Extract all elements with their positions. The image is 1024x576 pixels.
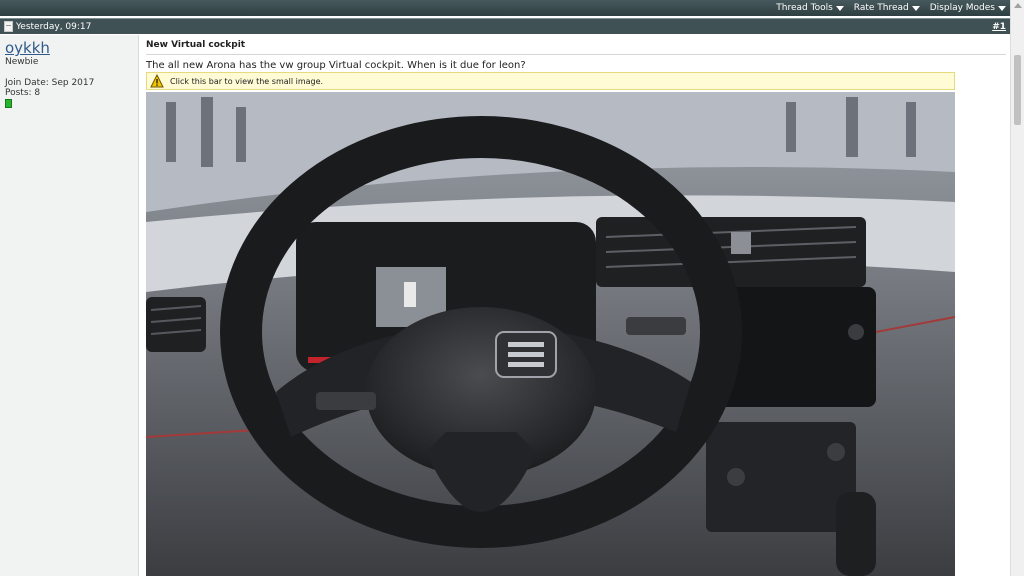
warning-icon: [150, 74, 164, 88]
resize-notice-text: Click this bar to view the small image.: [170, 76, 324, 86]
thread-toolbar: Thread Tools Rate Thread Display Modes: [0, 0, 1010, 16]
rate-thread-label: Rate Thread: [853, 3, 909, 13]
user-info-panel: oykkh Newbie Join Date: Sep 2017 Posts: …: [0, 35, 139, 576]
caret-down-icon: [835, 5, 844, 11]
post-content: New Virtual cockpit The all new Arona ha…: [146, 35, 1006, 576]
post-number-link[interactable]: #1: [992, 22, 1010, 32]
image-resize-notice[interactable]: Click this bar to view the small image.: [146, 72, 955, 90]
page-scrollbar[interactable]: [1010, 0, 1024, 576]
display-modes-menu[interactable]: Display Modes: [930, 3, 1006, 13]
document-icon: [4, 21, 13, 32]
caret-down-icon: [911, 5, 920, 11]
car-interior-photo: [146, 92, 955, 576]
post-title: New Virtual cockpit: [146, 40, 246, 50]
post-message: The all new Arona has the vw group Virtu…: [146, 60, 526, 71]
rate-thread-menu[interactable]: Rate Thread: [854, 3, 920, 13]
post-header: Yesterday, 09:17 #1: [0, 18, 1010, 34]
join-date: Join Date: Sep 2017: [5, 78, 95, 88]
thread-tools-menu[interactable]: Thread Tools: [776, 3, 844, 13]
thread-tools-label: Thread Tools: [776, 3, 833, 13]
post-count: Posts: 8: [5, 88, 41, 98]
post-date: Yesterday, 09:17: [16, 21, 92, 32]
scroll-up-icon[interactable]: [1014, 3, 1022, 8]
user-title: Newbie: [5, 57, 39, 67]
post-image[interactable]: [146, 92, 955, 576]
title-divider: [146, 54, 1006, 55]
caret-down-icon: [998, 5, 1006, 11]
online-status-icon: [5, 99, 12, 108]
username-link[interactable]: oykkh: [5, 39, 50, 57]
display-modes-label: Display Modes: [929, 3, 995, 13]
scroll-thumb[interactable]: [1014, 55, 1021, 125]
